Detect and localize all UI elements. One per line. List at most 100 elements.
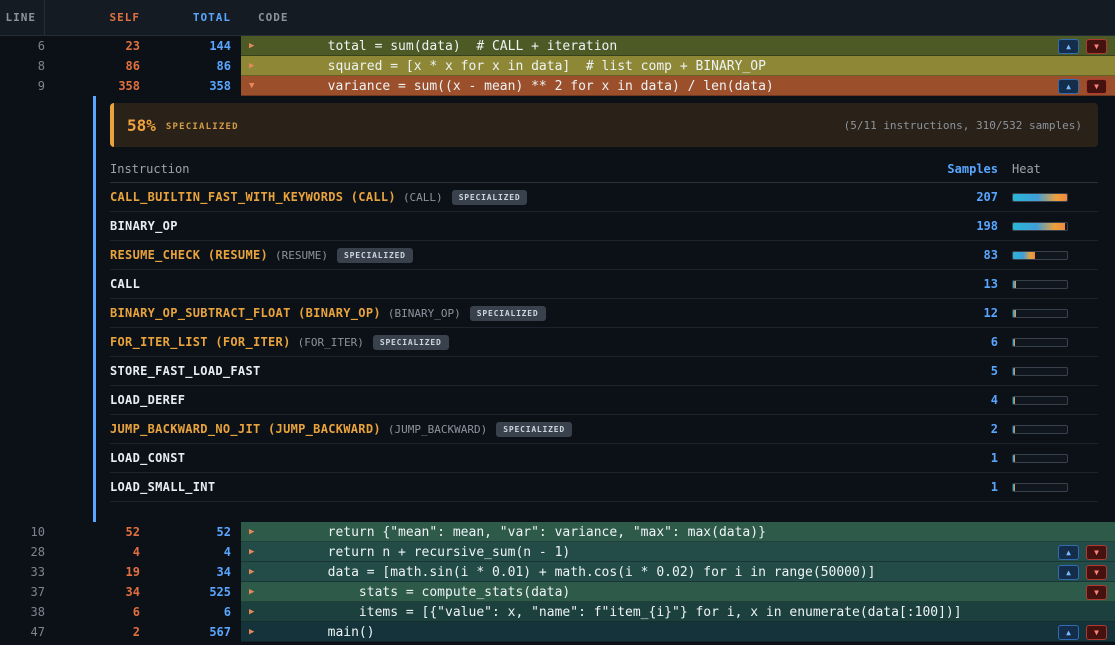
instruction-row: CALL 13 bbox=[110, 270, 1098, 299]
total-samples-value: 567 bbox=[140, 622, 231, 642]
instruction-samples-value: 5 bbox=[924, 364, 1012, 378]
jump-down-button[interactable]: ▼ bbox=[1086, 625, 1107, 640]
code-cell[interactable]: ▶ stats = compute_stats(data) ▼ bbox=[241, 582, 1115, 602]
total-samples-value: 525 bbox=[140, 582, 231, 602]
expand-toggle-icon[interactable]: ▶ bbox=[249, 547, 265, 557]
code-rows-bottom: 10 5252 ▶ return {"mean": mean, "var": var… bbox=[0, 522, 1115, 642]
instruction-name: CALL bbox=[110, 277, 140, 291]
expand-toggle-icon[interactable]: ▶ bbox=[249, 607, 265, 617]
heat-bar-fill bbox=[1013, 368, 1015, 375]
instruction-name-cell: CALL_BUILTIN_FAST_WITH_KEYWORDS (CALL)(C… bbox=[110, 190, 924, 205]
code-cell[interactable]: ▶ main()▲▼ bbox=[241, 622, 1115, 642]
specialized-badge: SPECIALIZED bbox=[337, 248, 413, 263]
heat-bar-fill bbox=[1013, 223, 1065, 230]
self-samples-value: 23 bbox=[45, 36, 140, 56]
jump-up-button[interactable]: ▲ bbox=[1058, 79, 1079, 94]
instruction-base-ref: (BINARY_OP) bbox=[388, 307, 461, 320]
down-arrow-icon: ▼ bbox=[1094, 588, 1099, 597]
code-line-row: 3734525▶ stats = compute_stats(data)▼ bbox=[0, 582, 1115, 602]
instruction-samples-value: 13 bbox=[924, 277, 1012, 291]
expand-toggle-icon[interactable]: ▶ bbox=[249, 567, 265, 577]
column-label-self: SELF bbox=[45, 11, 140, 24]
down-arrow-icon: ▼ bbox=[1094, 42, 1099, 51]
code-cell[interactable]: ▶ data = [math.sin(i * 0.01) + math.cos(… bbox=[241, 562, 1115, 582]
line-number: 38 bbox=[0, 602, 45, 622]
jump-up-button[interactable]: ▲ bbox=[1058, 565, 1079, 580]
instruction-name: FOR_ITER_LIST (FOR_ITER) bbox=[110, 335, 291, 349]
jump-down-button[interactable]: ▼ bbox=[1086, 565, 1107, 580]
line-number: 6 bbox=[0, 36, 45, 56]
heat-bar-fill bbox=[1013, 194, 1067, 201]
heat-bar bbox=[1012, 193, 1068, 202]
instruction-heat-cell bbox=[1012, 367, 1098, 376]
expand-toggle-icon[interactable]: ▶ bbox=[249, 61, 265, 71]
instruction-base-ref: (RESUME) bbox=[275, 249, 328, 262]
code-line-row: 88686▶ squared = [x * x for x in data] #… bbox=[0, 56, 1115, 76]
jump-up-button[interactable]: ▲ bbox=[1058, 39, 1079, 54]
code-line-row: 9358358▼ variance = sum((x - mean) ** 2 … bbox=[0, 76, 1115, 96]
code-cell[interactable]: ▶ total = sum(data) # CALL + iteration▲▼ bbox=[241, 36, 1115, 56]
header-samples: Samples bbox=[924, 162, 1012, 176]
code-text: items = [{"value": x, "name": f"item_{i}… bbox=[265, 605, 962, 620]
self-samples-value: 34 bbox=[45, 582, 140, 602]
instruction-name-cell: STORE_FAST_LOAD_FAST bbox=[110, 364, 924, 378]
expand-toggle-icon[interactable]: ▶ bbox=[249, 527, 265, 537]
line-number: 9 bbox=[0, 76, 45, 96]
expand-toggle-icon[interactable]: ▶ bbox=[249, 41, 265, 51]
code-cell[interactable]: ▶ items = [{"value": x, "name": f"item_{… bbox=[241, 602, 1115, 622]
instruction-samples-value: 207 bbox=[924, 190, 1012, 204]
code-text: squared = [x * x for x in data] # list c… bbox=[265, 59, 766, 74]
total-samples-value: 34 bbox=[140, 562, 231, 582]
instruction-heat-cell bbox=[1012, 251, 1098, 260]
jump-down-button[interactable]: ▼ bbox=[1086, 39, 1107, 54]
collapse-toggle-icon[interactable]: ▼ bbox=[249, 81, 265, 91]
specialization-percent: 58% bbox=[127, 116, 156, 135]
column-label-line: LINE bbox=[0, 0, 45, 35]
line-number: 10 bbox=[0, 522, 45, 542]
specialized-badge: SPECIALIZED bbox=[470, 306, 546, 321]
code-cell[interactable]: ▶ return {"mean": mean, "var": variance,… bbox=[241, 522, 1115, 542]
code-cell[interactable]: ▶ squared = [x * x for x in data] # list… bbox=[241, 56, 1115, 76]
code-text: return {"mean": mean, "var": variance, "… bbox=[265, 525, 766, 540]
total-samples-value: 358 bbox=[140, 76, 231, 96]
code-line-row: 623144▶ total = sum(data) # CALL + itera… bbox=[0, 36, 1115, 56]
expand-toggle-icon[interactable]: ▶ bbox=[249, 587, 265, 597]
code-text: stats = compute_stats(data) bbox=[265, 585, 570, 600]
instruction-samples-value: 198 bbox=[924, 219, 1012, 233]
instruction-name-cell: CALL bbox=[110, 277, 924, 291]
specialization-summary: 58% SPECIALIZED (5/11 instructions, 310/… bbox=[110, 103, 1098, 147]
instruction-base-ref: (FOR_ITER) bbox=[298, 336, 364, 349]
up-arrow-icon: ▲ bbox=[1066, 548, 1071, 557]
instruction-row: BINARY_OP_SUBTRACT_FLOAT (BINARY_OP) (BIN… bbox=[110, 299, 1098, 328]
code-line-row: 331934▶ data = [math.sin(i * 0.01) + mat… bbox=[0, 562, 1115, 582]
instruction-name: BINARY_OP bbox=[110, 219, 178, 233]
self-samples-value: 2 bbox=[45, 622, 140, 642]
expand-toggle-icon[interactable]: ▶ bbox=[249, 627, 265, 637]
code-cell[interactable]: ▼ variance = sum((x - mean) ** 2 for x i… bbox=[241, 76, 1115, 96]
heat-bar bbox=[1012, 425, 1068, 434]
heat-bar bbox=[1012, 280, 1068, 289]
code-text: return n + recursive_sum(n - 1) bbox=[265, 545, 570, 560]
heat-bar bbox=[1012, 396, 1068, 405]
jump-up-button[interactable]: ▲ bbox=[1058, 625, 1079, 640]
self-samples-value: 19 bbox=[45, 562, 140, 582]
self-samples-value: 6 bbox=[45, 602, 140, 622]
instruction-heat-cell bbox=[1012, 280, 1098, 289]
instruction-name: LOAD_CONST bbox=[110, 451, 185, 465]
jump-down-button[interactable]: ▼ bbox=[1086, 79, 1107, 94]
nav-buttons: ▲▼ bbox=[1058, 565, 1115, 580]
instruction-heat-cell bbox=[1012, 222, 1098, 231]
self-samples-value: 4 bbox=[45, 542, 140, 562]
code-cell[interactable]: ▶ return n + recursive_sum(n - 1) ▲ ▼ bbox=[241, 542, 1115, 562]
jump-up-button[interactable]: ▲ bbox=[1058, 545, 1079, 560]
instruction-name: BINARY_OP_SUBTRACT_FLOAT (BINARY_OP) bbox=[110, 306, 381, 320]
nav-buttons: ▲▼ bbox=[1058, 39, 1115, 54]
instruction-heat-cell bbox=[1012, 425, 1098, 434]
instruction-samples-value: 12 bbox=[924, 306, 1012, 320]
instruction-samples-value: 1 bbox=[924, 480, 1012, 494]
jump-down-button[interactable]: ▼ bbox=[1086, 545, 1107, 560]
code-line-row: 105252▶ return {"mean": mean, "var": var… bbox=[0, 522, 1115, 542]
jump-down-button[interactable]: ▼ bbox=[1086, 585, 1107, 600]
instruction-samples-value: 2 bbox=[924, 422, 1012, 436]
heat-bar-fill bbox=[1013, 281, 1016, 288]
